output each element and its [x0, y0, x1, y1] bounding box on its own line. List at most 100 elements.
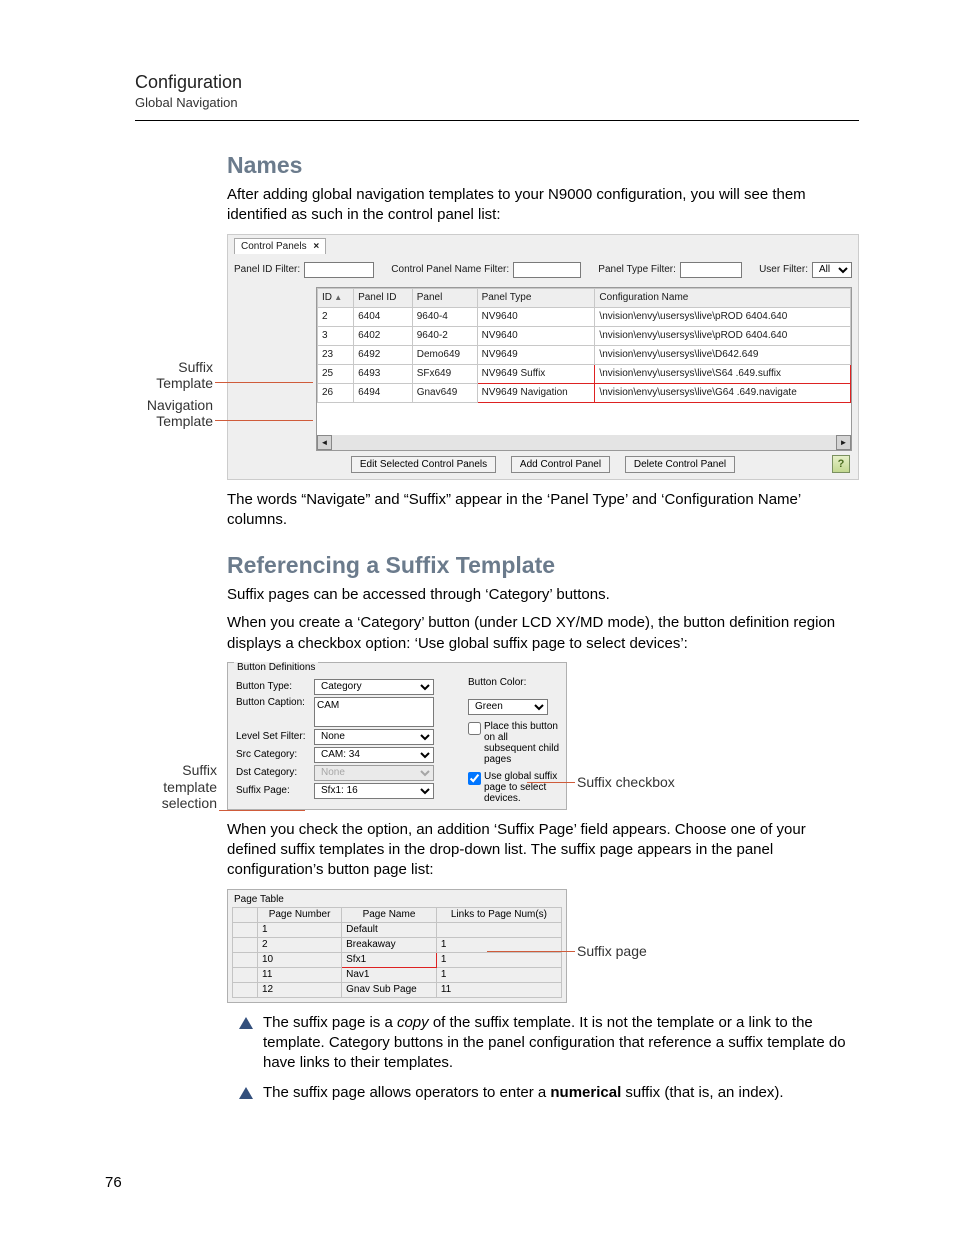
table-row[interactable]: 364029640-2NV9640\nvision\envy\usersys\l… — [318, 326, 851, 345]
chapter-title: Configuration — [135, 72, 859, 93]
note-text: The suffix page is a copy of the suffix … — [263, 1013, 859, 1074]
table-cell: Sfx1 — [342, 952, 437, 967]
button-color-label: Button Color: — [468, 677, 526, 688]
help-icon[interactable]: ? — [832, 455, 850, 473]
table-cell: \nvision\envy\usersys\live\pROD 6404.640 — [595, 326, 851, 345]
table-cell: NV9649 Suffix — [477, 364, 595, 383]
panel-name-filter-label: Control Panel Name Filter: — [391, 264, 509, 275]
table-row[interactable]: 236492Demo649NV9649\nvision\envy\usersys… — [318, 345, 851, 364]
col-panel-id[interactable]: Panel ID — [354, 288, 413, 307]
control-panels-window: Control Panels × Panel ID Filter: Contro… — [227, 234, 859, 480]
col-config-name[interactable]: Configuration Name — [595, 288, 851, 307]
table-cell: NV9649 Navigation — [477, 383, 595, 402]
src-category-label: Src Category: — [236, 749, 314, 760]
table-cell: \nvision\envy\usersys\live\pROD 6404.640 — [595, 307, 851, 326]
table-cell: NV9640 — [477, 307, 595, 326]
close-icon[interactable]: × — [313, 241, 319, 252]
page-content: Names After adding global navigation tem… — [227, 140, 859, 1114]
table-cell: 11 — [258, 967, 342, 982]
cp-header-row: ID Panel ID Panel Panel Type Configurati… — [318, 288, 851, 307]
row-handle — [233, 982, 258, 997]
delete-control-panel-button[interactable]: Delete Control Panel — [625, 456, 735, 473]
table-cell: 6493 — [354, 364, 413, 383]
table-cell: Default — [342, 922, 437, 937]
row-handle — [233, 952, 258, 967]
table-cell: 1 — [436, 967, 561, 982]
use-global-suffix-label: Use global suffix page to select devices… — [484, 771, 560, 804]
para-after-fig1: The words “Navigate” and “Suffix” appear… — [227, 490, 859, 531]
place-on-children-label: Place this button on all subsequent chil… — [484, 721, 560, 765]
level-set-filter-select[interactable]: None — [314, 729, 434, 745]
src-category-select[interactable]: CAM: 34 — [314, 747, 434, 763]
page-table-title: Page Table — [232, 894, 562, 907]
tab-control-panels[interactable]: Control Panels × — [234, 238, 326, 254]
note-item: The suffix page is a copy of the suffix … — [227, 1013, 859, 1074]
horizontal-scrollbar[interactable]: ◄ ► — [317, 435, 851, 450]
pt-col-links[interactable]: Links to Page Num(s) — [436, 907, 561, 922]
note-text: The suffix page allows operators to ente… — [263, 1083, 784, 1103]
chapter-subtitle: Global Navigation — [135, 95, 859, 110]
para-suffix-2: When you create a ‘Category’ button (und… — [227, 613, 859, 654]
user-filter-select[interactable]: All — [812, 262, 852, 278]
add-control-panel-button[interactable]: Add Control Panel — [511, 456, 610, 473]
col-panel[interactable]: Panel — [412, 288, 477, 307]
triangle-icon — [239, 1087, 253, 1099]
para-names-intro: After adding global navigation templates… — [227, 185, 859, 226]
table-cell: 11 — [436, 982, 561, 997]
table-cell: 2 — [318, 307, 354, 326]
suffix-page-select[interactable]: Sfx1: 16 — [314, 783, 434, 799]
callout-line — [215, 382, 313, 383]
table-cell: 26 — [318, 383, 354, 402]
scroll-right-icon[interactable]: ► — [836, 435, 851, 450]
row-handle — [233, 967, 258, 982]
scroll-left-icon[interactable]: ◄ — [317, 435, 332, 450]
dst-category-label: Dst Category: — [236, 767, 314, 778]
panel-type-filter-label: Panel Type Filter: — [598, 264, 676, 275]
table-row[interactable]: 266494Gnav649NV9649 Navigation\nvision\e… — [318, 383, 851, 402]
table-cell: 6402 — [354, 326, 413, 345]
button-type-select[interactable]: Category — [314, 679, 434, 695]
button-caption-label: Button Caption: — [236, 697, 314, 708]
table-cell: Gnav Sub Page — [342, 982, 437, 997]
col-panel-type[interactable]: Panel Type — [477, 288, 595, 307]
col-id[interactable]: ID — [318, 288, 354, 307]
callout-suffix-page: Suffix page — [577, 943, 717, 960]
table-cell: 23 — [318, 345, 354, 364]
button-color-select[interactable]: Green — [468, 699, 548, 715]
row-handle — [233, 922, 258, 937]
pt-col-name[interactable]: Page Name — [342, 907, 437, 922]
table-cell: 1 — [436, 952, 561, 967]
note-item: The suffix page allows operators to ente… — [227, 1083, 859, 1103]
table-cell: 9640-2 — [412, 326, 477, 345]
table-cell: 1 — [258, 922, 342, 937]
table-cell: 6492 — [354, 345, 413, 364]
table-row[interactable]: 1Default — [233, 922, 562, 937]
heading-names: Names — [227, 152, 859, 179]
button-caption-input[interactable] — [314, 697, 434, 727]
table-row[interactable]: 11Nav11 — [233, 967, 562, 982]
place-on-children-checkbox[interactable] — [468, 722, 481, 735]
panel-type-filter-input[interactable] — [680, 262, 742, 278]
use-global-suffix-checkbox[interactable] — [468, 772, 481, 785]
table-row[interactable]: 12Gnav Sub Page11 — [233, 982, 562, 997]
pt-col-number[interactable]: Page Number — [258, 907, 342, 922]
edit-selected-button[interactable]: Edit Selected Control Panels — [351, 456, 496, 473]
callout-line — [487, 951, 575, 952]
table-row[interactable]: 10Sfx11 — [233, 952, 562, 967]
table-row[interactable]: 264049640-4NV9640\nvision\envy\usersys\l… — [318, 307, 851, 326]
panel-name-filter-input[interactable] — [513, 262, 581, 278]
callout-line — [219, 810, 305, 811]
table-row[interactable]: 256493SFx649NV9649 Suffix\nvision\envy\u… — [318, 364, 851, 383]
table-cell: NV9649 — [477, 345, 595, 364]
table-cell: 12 — [258, 982, 342, 997]
dst-category-select: None — [314, 765, 434, 781]
page-header: Configuration Global Navigation — [135, 72, 859, 121]
table-cell — [436, 922, 561, 937]
control-panels-table: ID Panel ID Panel Panel Type Configurati… — [317, 288, 851, 403]
callout-suffix-selection: Suffixtemplateselection — [47, 762, 217, 812]
header-rule — [135, 120, 859, 121]
panel-id-filter-input[interactable] — [304, 262, 374, 278]
table-cell: 9640-4 — [412, 307, 477, 326]
table-cell: \nvision\envy\usersys\live\G64 .649.navi… — [595, 383, 851, 402]
table-cell: 6404 — [354, 307, 413, 326]
